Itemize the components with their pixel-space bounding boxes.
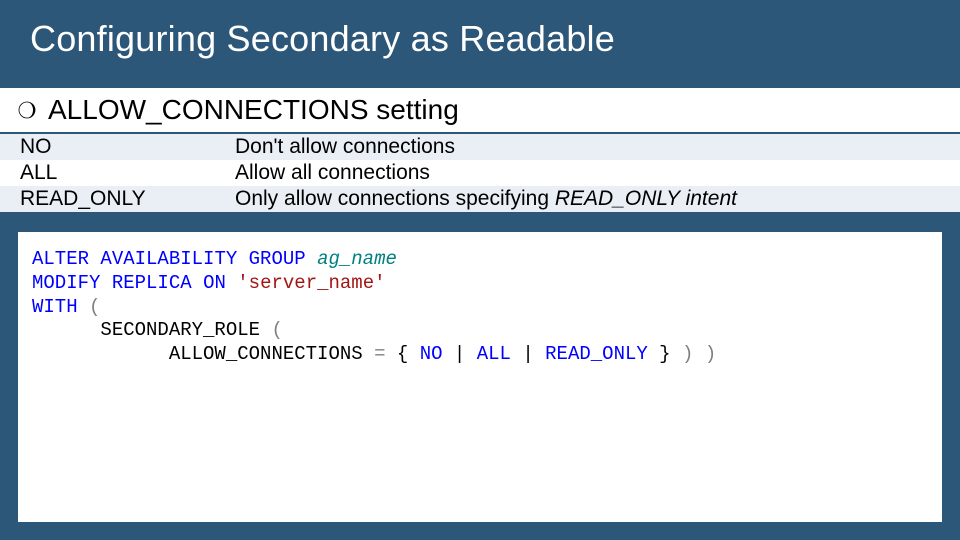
- table-row: ALL Allow all connections: [0, 160, 960, 186]
- setting-desc: Allow all connections: [215, 160, 960, 186]
- table-row: NO Don't allow connections: [0, 134, 960, 160]
- slide: Configuring Secondary as Readable ALLOW_…: [0, 0, 960, 540]
- setting-key: ALL: [0, 160, 215, 186]
- moon-icon: [18, 101, 36, 119]
- section-heading: ALLOW_CONNECTIONS setting: [48, 94, 459, 126]
- setting-key: NO: [0, 134, 215, 160]
- section-suffix: setting: [369, 94, 459, 125]
- setting-desc: Don't allow connections: [215, 134, 960, 160]
- setting-desc: Only allow connections specifying READ_O…: [215, 186, 960, 212]
- setting-key: READ_ONLY: [0, 186, 215, 212]
- section-keyword: ALLOW_CONNECTIONS: [48, 94, 369, 125]
- spacer: [0, 212, 960, 232]
- section-header: ALLOW_CONNECTIONS setting: [0, 88, 960, 134]
- page-title: Configuring Secondary as Readable: [0, 0, 960, 88]
- code-block: ALTER AVAILABILITY GROUP ag_name MODIFY …: [18, 232, 942, 522]
- table-row: READ_ONLY Only allow connections specify…: [0, 186, 960, 212]
- settings-table: NO Don't allow connections ALL Allow all…: [0, 134, 960, 212]
